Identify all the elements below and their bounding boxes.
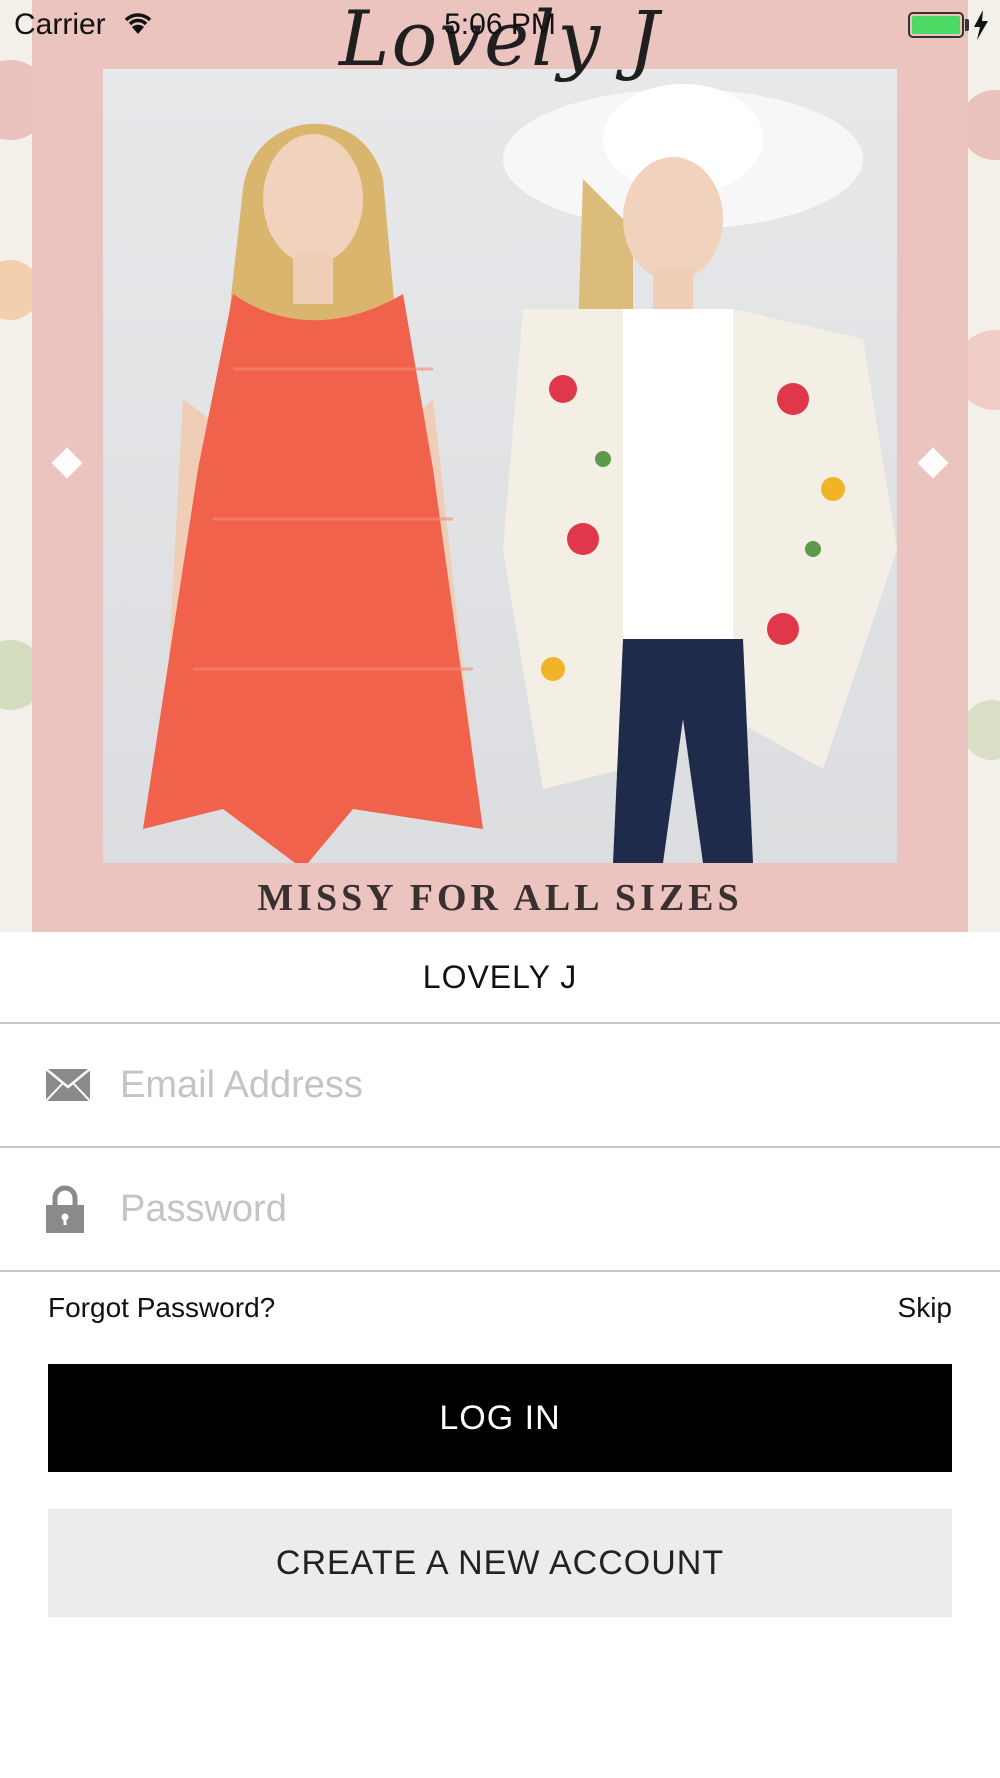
battery-icon (908, 12, 964, 38)
skip-link[interactable]: Skip (898, 1292, 952, 1324)
login-button[interactable]: LOG IN (48, 1364, 952, 1472)
password-field-row (0, 1148, 1000, 1270)
store-title: LOVELY J (422, 959, 578, 995)
status-time: 5:06 PM (444, 8, 556, 41)
promo-banner[interactable]: Lovely J MISSY FOR ALL SIZES (0, 0, 1000, 932)
lock-icon (46, 1185, 84, 1233)
product-photo (103, 69, 897, 863)
email-field-row (0, 1024, 1000, 1146)
battery-tip (965, 19, 969, 31)
create-account-button[interactable]: CREATE A NEW ACCOUNT (48, 1509, 952, 1617)
divider (0, 1270, 1000, 1272)
status-bar: Carrier 5:06 PM (0, 0, 1000, 52)
battery-fill (912, 16, 960, 34)
email-input[interactable] (120, 1024, 960, 1146)
charging-bolt-icon (974, 10, 988, 40)
password-input[interactable] (120, 1148, 960, 1270)
envelope-icon (46, 1069, 90, 1101)
models-illustration (143, 84, 897, 863)
banner-tagline: MISSY FOR ALL SIZES (257, 877, 743, 919)
forgot-password-link[interactable]: Forgot Password? (48, 1292, 275, 1324)
